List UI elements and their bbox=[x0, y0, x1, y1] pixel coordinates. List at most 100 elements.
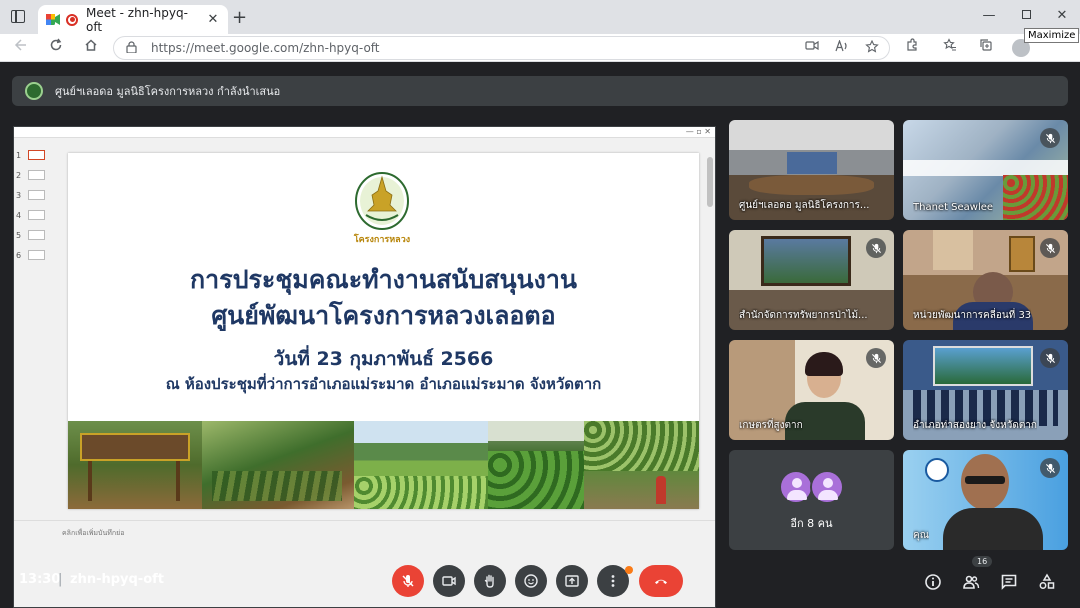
mic-off-icon bbox=[1040, 238, 1060, 258]
present-screen-button[interactable] bbox=[556, 565, 588, 597]
extensions-icon[interactable] bbox=[901, 38, 923, 56]
close-window-button[interactable]: ✕ bbox=[1052, 8, 1072, 23]
slide-thumbnails: 1 2 3 4 5 6 bbox=[16, 145, 56, 265]
emoji-icon bbox=[524, 574, 538, 588]
slide-date: วันที่ 23 กุมภาพันธ์ 2566 bbox=[273, 348, 494, 370]
meet-favicon-icon bbox=[46, 14, 60, 25]
slide-thumb[interactable]: 6 bbox=[16, 245, 56, 265]
mic-off-icon bbox=[866, 348, 886, 368]
slide-title-line-2: ศูนย์พัฒนาโครงการหลวงเลอตอ bbox=[211, 301, 556, 330]
slide-venue: ณ ห้องประชุมที่ว่าการอำเภอแม่ระมาด อำเภอ… bbox=[165, 375, 602, 393]
presenter-logo-icon bbox=[25, 82, 43, 100]
browser-tab-bar: Meet - zhn-hpyq-oft ✕ + — ✕ bbox=[0, 0, 1080, 34]
participant-name: ศูนย์ฯเลอดอ มูลนิธิโครงการ... bbox=[739, 200, 870, 211]
participant-name: Thanet Seawlee bbox=[913, 202, 994, 213]
browser-tab-meet[interactable]: Meet - zhn-hpyq-oft ✕ bbox=[38, 5, 228, 34]
slide-thumb[interactable]: 4 bbox=[16, 205, 56, 225]
collections-icon[interactable] bbox=[975, 38, 997, 56]
activities-icon bbox=[1039, 573, 1055, 589]
slide-thumb[interactable]: 2 bbox=[16, 165, 56, 185]
browser-nav-bar: https://meet.google.com/zhn-hpyq-oft bbox=[0, 34, 1080, 62]
participant-tile[interactable]: อำเภอท่าสองยาง จังหวัดตาก bbox=[903, 340, 1068, 440]
people-count-badge: 16 bbox=[972, 556, 993, 567]
royal-project-logo: โครงการหลวง bbox=[352, 169, 412, 249]
presenting-text: ศูนย์ฯเลอดอ มูลนิธิโครงการหลวง กำลังนำเส… bbox=[55, 85, 281, 98]
leave-call-button[interactable] bbox=[639, 565, 683, 597]
self-tile[interactable]: คุณ bbox=[903, 450, 1068, 550]
address-bar[interactable]: https://meet.google.com/zhn-hpyq-oft bbox=[113, 36, 890, 60]
slide-thumb[interactable]: 1 bbox=[16, 145, 56, 165]
info-icon bbox=[925, 574, 941, 590]
people-button[interactable] bbox=[960, 571, 982, 593]
home-icon[interactable] bbox=[80, 38, 102, 56]
photo-farm-slope bbox=[202, 421, 354, 509]
minimize-button[interactable]: — bbox=[979, 8, 999, 23]
scroll-thumb[interactable] bbox=[707, 157, 713, 207]
slide-thumb[interactable]: 5 bbox=[16, 225, 56, 245]
chat-icon bbox=[1001, 574, 1017, 590]
presenting-banner: ศูนย์ฯเลอดอ มูลนิธิโครงการหลวง กำลังนำเส… bbox=[12, 76, 1068, 106]
photo-greenhouse bbox=[488, 421, 584, 509]
tab-actions-icon[interactable] bbox=[11, 10, 25, 23]
slide-thumb[interactable]: 3 bbox=[16, 185, 56, 205]
meet-main: ศูนย์ฯเลอดอ มูลนิธิโครงการหลวง กำลังนำเส… bbox=[0, 63, 1080, 608]
current-slide: โครงการหลวง การประชุมคณะทำงานสนับสนุนงาน… bbox=[68, 153, 699, 509]
shared-screen[interactable]: — ▫ ✕ 1 2 3 4 5 6 โครงการหลวง การประชุมค… bbox=[13, 126, 716, 608]
back-arrow-icon[interactable] bbox=[10, 38, 32, 56]
participant-tile[interactable]: ศูนย์ฯเลอดอ มูลนิธิโครงการ... bbox=[729, 120, 894, 220]
read-aloud-icon[interactable] bbox=[835, 39, 849, 56]
maximize-icon bbox=[1021, 10, 1031, 19]
participant-avatar-icon bbox=[810, 470, 844, 504]
camera-in-use-icon[interactable] bbox=[805, 40, 819, 56]
tab-close-icon[interactable]: ✕ bbox=[204, 12, 222, 27]
mic-off-icon bbox=[1040, 128, 1060, 148]
participant-name: อำเภอท่าสองยาง จังหวัดตาก bbox=[913, 420, 1037, 431]
lock-icon[interactable] bbox=[126, 40, 137, 56]
mic-off-icon bbox=[1040, 348, 1060, 368]
microphone-toggle-button[interactable] bbox=[392, 565, 424, 597]
participant-name: สำนักจัดการทรัพยากรป่าไม้... bbox=[739, 310, 868, 321]
meet-control-bar: 13:30 | zhn-hpyq-oft 16 bbox=[0, 553, 1080, 607]
photo-orchard bbox=[584, 421, 699, 509]
reload-icon[interactable] bbox=[45, 38, 67, 56]
activities-button[interactable] bbox=[1036, 571, 1058, 593]
new-tab-button[interactable]: + bbox=[232, 7, 247, 28]
photo-cabbage-field bbox=[354, 421, 488, 509]
url-text: https://meet.google.com/zhn-hpyq-oft bbox=[151, 41, 380, 55]
photo-center-sign bbox=[68, 421, 202, 509]
tab-title: Meet - zhn-hpyq-oft bbox=[86, 5, 188, 34]
hangup-icon bbox=[655, 579, 667, 584]
other-participants-count: อีก 8 คน bbox=[790, 517, 833, 530]
clock: 13:30 bbox=[19, 572, 61, 587]
maximize-button[interactable] bbox=[1016, 8, 1036, 23]
favorite-add-icon[interactable] bbox=[865, 39, 879, 56]
slide-scrollbar[interactable] bbox=[706, 139, 714, 511]
notes-placeholder: คลิกเพื่อเพิ่มบันทึกย่อ bbox=[62, 529, 125, 537]
mic-off-icon bbox=[402, 575, 414, 587]
meeting-details-button[interactable] bbox=[922, 571, 944, 593]
participant-name: เกษตรที่สูงตาก bbox=[739, 420, 803, 431]
raise-hand-button[interactable] bbox=[474, 565, 506, 597]
more-vert-icon bbox=[611, 575, 615, 587]
participant-tile[interactable]: Thanet Seawlee bbox=[903, 120, 1068, 220]
other-participants-tile[interactable]: อีก 8 คน bbox=[729, 450, 894, 550]
favorites-icon[interactable] bbox=[939, 38, 961, 56]
participant-avatar-icon bbox=[779, 470, 813, 504]
participant-name: หน่วยพัฒนาการคลี่อนที่ 33 bbox=[913, 310, 1032, 321]
notification-dot bbox=[625, 566, 633, 574]
camera-toggle-button[interactable] bbox=[433, 565, 465, 597]
reactions-button[interactable] bbox=[515, 565, 547, 597]
participant-tile[interactable]: หน่วยพัฒนาการคลี่อนที่ 33 bbox=[903, 230, 1068, 330]
recording-icon bbox=[66, 13, 78, 26]
participant-tile[interactable]: สำนักจัดการทรัพยากรป่าไม้... bbox=[729, 230, 894, 330]
participant-tile[interactable]: เกษตรที่สูงตาก bbox=[729, 340, 894, 440]
mic-off-icon bbox=[1040, 458, 1060, 478]
logo-caption: โครงการหลวง bbox=[353, 233, 410, 245]
mic-off-icon bbox=[866, 238, 886, 258]
slide-title-line-1: การประชุมคณะทำงานสนับสนุนงาน bbox=[190, 265, 577, 294]
divider: | bbox=[58, 572, 63, 587]
meeting-code: zhn-hpyq-oft bbox=[70, 572, 165, 587]
slide-photo-strip bbox=[68, 421, 699, 509]
present-icon bbox=[565, 575, 579, 587]
chat-button[interactable] bbox=[998, 571, 1020, 593]
